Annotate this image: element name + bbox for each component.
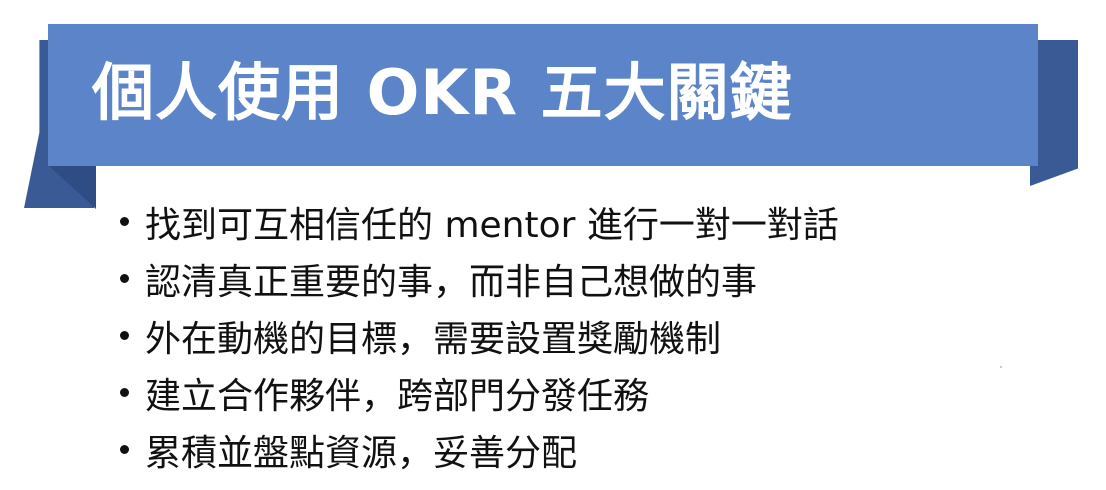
bullet-text: 認清真正重要的事，而非自己想做的事: [145, 261, 758, 303]
slide: 個人使用 OKR 五大關鍵 找到可互相信任的 mentor 進行一對一對話 認清…: [0, 0, 1106, 490]
artifact-dot: [1000, 366, 1002, 368]
bullet-dot-icon: [120, 331, 129, 340]
bullet-dot-icon: [120, 445, 129, 454]
bullet-dot-icon: [120, 274, 129, 283]
list-item: 找到可互相信任的 mentor 進行一對一對話: [120, 193, 1020, 250]
list-item: 累積並盤點資源，妥善分配: [120, 421, 1020, 478]
list-item: 認清真正重要的事，而非自己想做的事: [120, 250, 1020, 307]
bullet-dot-icon: [120, 217, 129, 226]
list-item: 外在動機的目標，需要設置獎勵機制: [120, 307, 1020, 364]
bullet-text: 累積並盤點資源，妥善分配: [145, 432, 578, 474]
bullet-text: 外在動機的目標，需要設置獎勵機制: [145, 318, 722, 360]
list-item: 建立合作夥伴，跨部門分發任務: [120, 364, 1020, 421]
page-title: 個人使用 OKR 五大關鍵: [92, 56, 793, 129]
bullet-list: 找到可互相信任的 mentor 進行一對一對話 認清真正重要的事，而非自己想做的…: [120, 193, 1020, 478]
bullet-text: 找到可互相信任的 mentor 進行一對一對話: [145, 204, 839, 246]
bullet-text: 建立合作夥伴，跨部門分發任務: [145, 375, 650, 417]
bullet-dot-icon: [120, 388, 129, 397]
